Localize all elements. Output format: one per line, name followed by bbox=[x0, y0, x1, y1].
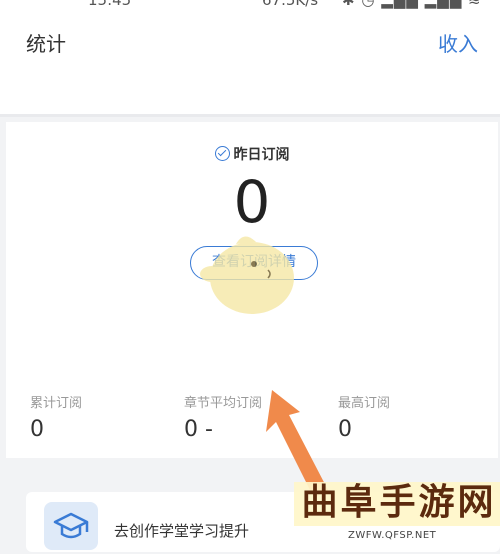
yesterday-subscription-heading: 昨日订阅 bbox=[6, 144, 498, 164]
page-title: 统计 bbox=[26, 32, 66, 56]
yesterday-subscription-value: 0 bbox=[233, 168, 271, 236]
status-time: 15:45 bbox=[88, 0, 132, 9]
signal-icon: ▂▄▆ bbox=[381, 0, 419, 9]
stat-label: 章节平均订阅 bbox=[184, 396, 263, 411]
wifi-icon: ≋ bbox=[468, 0, 482, 9]
check-circle-icon bbox=[214, 146, 230, 161]
creator-academy-label: 去创作学堂学习提升 bbox=[114, 522, 250, 540]
income-tab[interactable]: 收入 bbox=[438, 28, 478, 57]
watermark-logo: 曲阜手游网 bbox=[301, 481, 497, 523]
stat-total-subscriptions: 累计订阅 0 bbox=[30, 392, 82, 442]
status-bar: 15:45 67.5K/s ✱ ◷ ▂▄▆ ▂▄▆ ≋ 75 bbox=[0, 0, 500, 12]
stat-label: 最高订阅 bbox=[338, 396, 391, 411]
header-band bbox=[0, 70, 500, 117]
top-bar: 统计 收入 bbox=[0, 12, 500, 70]
status-icons: ✱ ◷ ▂▄▆ ▂▄▆ ≋ 75 bbox=[342, 0, 500, 12]
alarm-icon: ◷ bbox=[361, 0, 376, 9]
stat-value: 0 bbox=[30, 417, 44, 442]
graduation-cap-icon bbox=[44, 502, 98, 550]
stat-label: 累计订阅 bbox=[30, 396, 83, 411]
yesterday-subscription-label: 昨日订阅 bbox=[233, 147, 290, 163]
stat-average-chapter-subscriptions: 章节平均订阅 0 - bbox=[184, 392, 262, 442]
signal-icon: ▂▄▆ bbox=[424, 0, 463, 9]
stat-value: 0 bbox=[338, 417, 352, 442]
network-speed: 67.5K/s bbox=[262, 0, 319, 9]
stat-highest-subscriptions: 最高订阅 0 bbox=[338, 392, 390, 442]
bluetooth-icon: ✱ bbox=[342, 0, 356, 9]
mascot-watermark-icon bbox=[200, 236, 294, 314]
stat-value: 0 - bbox=[184, 417, 213, 442]
watermark-url: ZWFW.QFSP.NET bbox=[348, 530, 437, 541]
